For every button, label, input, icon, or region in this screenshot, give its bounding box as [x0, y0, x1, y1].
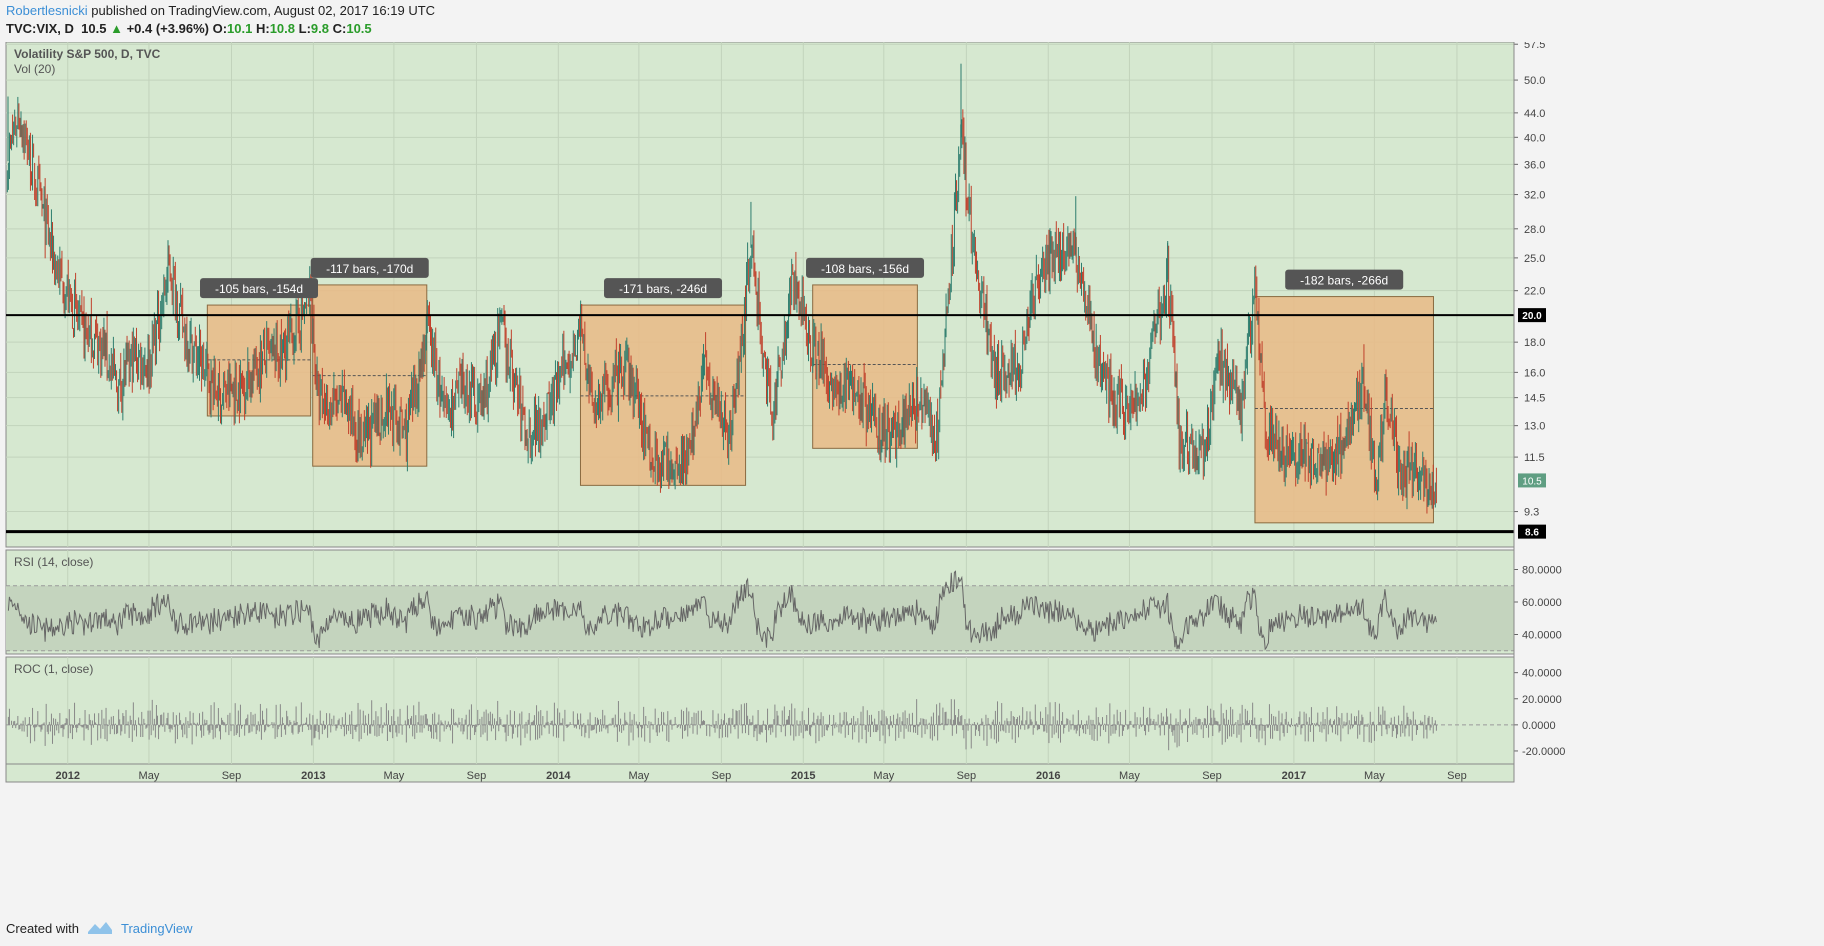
y-tick-label: 13.0: [1524, 421, 1545, 433]
range-label: -108 bars, -156d: [821, 262, 909, 276]
rsi-title: RSI (14, close): [14, 555, 93, 569]
x-tick-label: May: [628, 770, 649, 782]
y-tick-label: 16.0: [1524, 367, 1545, 379]
y-tick-label: 36.0: [1524, 159, 1545, 171]
x-tick-label: 2012: [56, 770, 80, 782]
range-label: -105 bars, -154d: [215, 282, 303, 296]
publish-line: Robertlesnicki published on TradingView.…: [6, 3, 435, 18]
range-label: -171 bars, -246d: [619, 282, 707, 296]
x-tick-label: 2017: [1282, 770, 1306, 782]
symbol-line: TVC:VIX, D 10.5 ▲ +0.4 (+3.96%) O:10.1 H…: [6, 21, 372, 36]
y-tick-label: 11.5: [1524, 452, 1545, 464]
open-label: O:: [212, 21, 228, 36]
y-tick-label: 44.0: [1524, 108, 1545, 120]
x-tick-label: 2014: [546, 770, 571, 782]
published-text: published on TradingView.com, August 02,…: [91, 3, 436, 18]
triangle-up-icon: ▲: [110, 21, 123, 36]
x-tick-label: Sep: [957, 770, 977, 782]
x-tick-label: Sep: [467, 770, 487, 782]
volume-indicator-label: Vol (20): [14, 62, 55, 76]
range-label: -117 bars, -170d: [326, 262, 413, 276]
x-tick-label: May: [139, 770, 160, 782]
last-price: 10.5: [81, 21, 107, 36]
created-with-text: Created with: [6, 920, 79, 936]
y-tick-label: 22.0: [1524, 286, 1545, 298]
close-label: C:: [332, 21, 347, 36]
y-tick-label: 50.0: [1524, 75, 1545, 87]
price-title: Volatility S&P 500, D, TVC: [14, 47, 161, 61]
y-tick-label: 18.0: [1524, 337, 1545, 349]
y-tick-label: 40.0: [1524, 132, 1545, 144]
roc-pane: [5, 656, 1515, 765]
x-tick-label: Sep: [1447, 770, 1467, 782]
x-tick-label: 2013: [301, 770, 325, 782]
tradingview-link[interactable]: TradingView: [121, 921, 193, 936]
x-tick-label: Sep: [712, 770, 732, 782]
x-tick-label: May: [1119, 770, 1140, 782]
range-label: -182 bars, -266d: [1300, 274, 1388, 288]
roc-title: ROC (1, close): [14, 662, 93, 676]
hline-price-label: 20.0: [1522, 311, 1542, 322]
y-tick-label: 14.5: [1524, 393, 1545, 405]
x-tick-label: 2015: [791, 770, 815, 782]
rsi-tick-label: 80.0000: [1522, 565, 1562, 577]
open-value: 10.1: [227, 21, 253, 36]
y-tick-label: 32.0: [1524, 190, 1545, 202]
y-tick-label: 57.5: [1524, 42, 1545, 51]
author-link[interactable]: Robertlesnicki: [6, 3, 88, 18]
last-price-label: 10.5: [1522, 476, 1542, 487]
roc-tick-label: 20.0000: [1522, 694, 1562, 706]
x-tick-label: Sep: [1202, 770, 1222, 782]
low-label: L:: [298, 21, 311, 36]
rsi-tick-label: 40.0000: [1522, 630, 1562, 642]
symbol-label: TVC:VIX, D: [6, 21, 74, 36]
price-change: +0.4 (+3.96%): [126, 21, 209, 36]
chart-area[interactable]: 2012 May Sep 2013 May Sep 2014 May Sep 2015 May Sep…: [0, 42, 1824, 916]
low-value: 9.8: [310, 21, 329, 36]
y-tick-label: 28.0: [1524, 224, 1545, 236]
x-tick-label: May: [873, 770, 894, 782]
tradingview-logo-icon: [87, 922, 112, 934]
rsi-tick-label: 60.0000: [1522, 597, 1562, 609]
y-tick-label: 9.3: [1524, 507, 1539, 519]
y-tick-label: 25.0: [1524, 253, 1545, 265]
roc-tick-label: 0.0000: [1522, 720, 1556, 732]
x-tick-label: Sep: [222, 770, 242, 782]
footer: Created with TradingView: [6, 920, 193, 936]
roc-tick-label: -20.0000: [1522, 746, 1565, 758]
hline-price-label: 8.6: [1525, 528, 1539, 539]
roc-tick-label: 40.0000: [1522, 668, 1562, 680]
close-value: 10.5: [346, 21, 372, 36]
x-tick-label: 2016: [1036, 770, 1060, 782]
x-tick-label: May: [384, 770, 405, 782]
high-label: H:: [255, 21, 270, 36]
high-value: 10.8: [269, 21, 296, 36]
x-tick-label: May: [1364, 770, 1385, 782]
